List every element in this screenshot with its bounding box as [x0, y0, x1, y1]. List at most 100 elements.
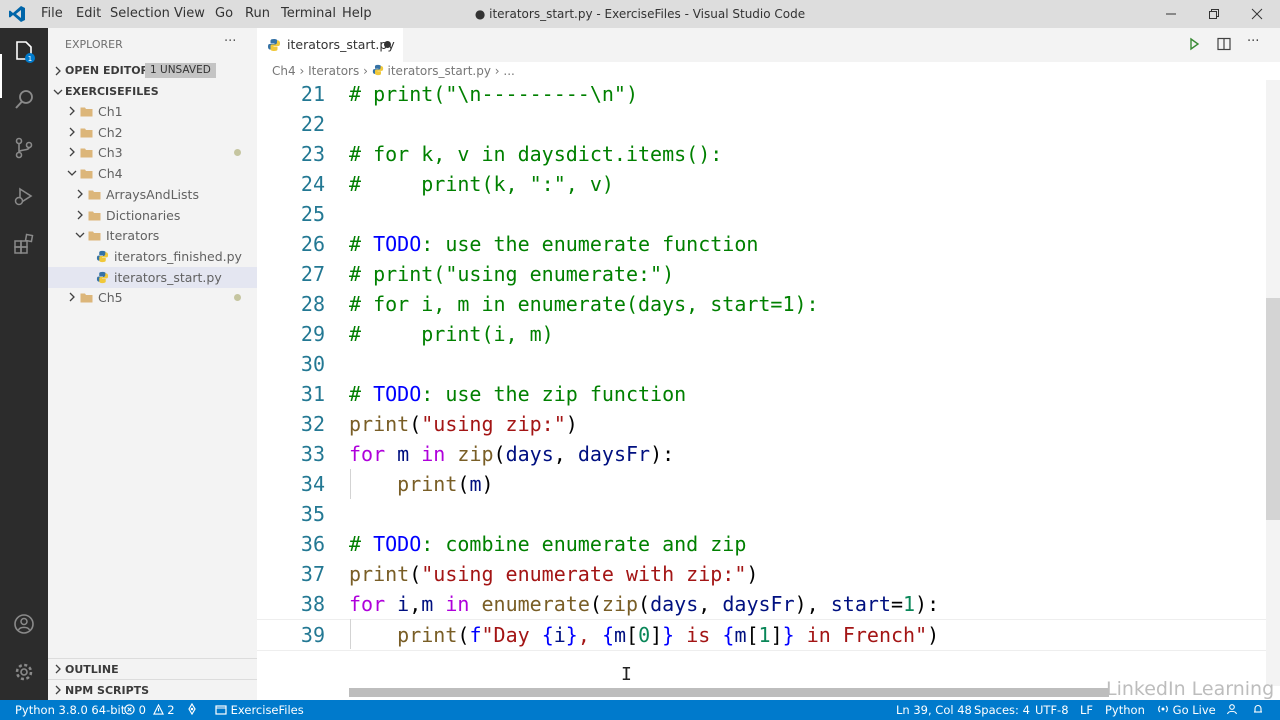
explorer-activity[interactable]: 1 [0, 28, 48, 76]
menu-edit[interactable]: Edit [76, 0, 101, 28]
tree-item-label: Ch4 [98, 166, 123, 182]
linkedin-learning-watermark: LinkedIn Learning [1106, 678, 1275, 700]
chevron-right-icon [77, 210, 83, 219]
breadcrumb-separator: › [299, 64, 309, 78]
open-editors-section[interactable]: OPEN EDITORS 1 UNSAVED [48, 61, 257, 81]
go-live-button[interactable]: Go Live [1157, 700, 1216, 720]
explorer-sidebar: EXPLORER ··· OPEN EDITORS 1 UNSAVED EXER… [48, 28, 257, 700]
code-line[interactable]: 23 # for k, v in daysdict.items(): [257, 139, 1267, 169]
code-line[interactable]: 39 print(f"Day {i}, {m[0]} is {m[1]} in … [257, 619, 1267, 651]
notifications-button[interactable] [1252, 700, 1264, 720]
code-line[interactable]: 35 [257, 499, 1267, 529]
line-source: # for i, m in enumerate(days, start=1): [349, 292, 819, 316]
breadcrumb-iterators[interactable]: Iterators [308, 64, 359, 78]
code-editor[interactable]: 21 # print("\n---------\n") 22 23 # for k, v… [257, 80, 1267, 686]
tree-item[interactable]: Ch5 [48, 287, 257, 308]
menu-help[interactable]: Help [342, 0, 372, 28]
folder-icon [80, 293, 93, 303]
line-source: # TODO: combine enumerate and zip [349, 532, 747, 556]
language-mode[interactable]: Python [1105, 700, 1145, 720]
code-line[interactable]: 26 # TODO: use the enumerate function [257, 229, 1267, 259]
account-icon [14, 614, 34, 634]
chevron-right-icon [69, 147, 75, 157]
line-source: for m in zip(days, daysFr): [349, 442, 675, 466]
tree-item-label: Iterators [106, 228, 160, 244]
source-control-activity[interactable] [0, 124, 48, 172]
run-debug-activity[interactable] [0, 172, 48, 220]
line-source: # TODO: use the zip function [349, 382, 687, 406]
end-of-line[interactable]: LF [1080, 700, 1093, 720]
tree-item[interactable]: Iterators [48, 225, 257, 246]
tree-item[interactable]: iterators_start.py [48, 266, 257, 288]
menu-view[interactable]: View [174, 0, 205, 28]
workspace-root-section[interactable]: EXERCISEFILES [48, 82, 257, 102]
python-interpreter[interactable]: Python 3.8.0 64-bit [15, 700, 125, 720]
code-line[interactable]: 33 for m in zip(days, daysFr): [257, 439, 1267, 469]
breadcrumb-symbols[interactable]: ... [503, 64, 514, 78]
code-line[interactable]: 31 # TODO: use the zip function [257, 379, 1267, 409]
menu-go[interactable]: Go [215, 0, 233, 28]
code-line[interactable]: 24 # print(k, ":", v) [257, 169, 1267, 199]
live-share-button[interactable] [186, 700, 198, 720]
code-line[interactable]: 22 [257, 109, 1267, 139]
folder-open-icon [88, 231, 101, 241]
minimize-button[interactable] [1148, 0, 1194, 28]
chevron-down-icon [67, 170, 77, 177]
line-number: 25 [300, 202, 325, 226]
line-source: # for k, v in daysdict.items(): [349, 142, 723, 166]
breadcrumb-ch4[interactable]: Ch4 [272, 64, 296, 78]
breadcrumb-file[interactable]: iterators_start.py [388, 64, 491, 78]
tree-item[interactable]: Ch1 [48, 101, 257, 122]
problems-indicator[interactable]: 0 2 [124, 700, 175, 720]
editor-more-actions-button[interactable]: ··· [1247, 34, 1259, 49]
code-line[interactable]: 37 print("using enumerate with zip:") [257, 559, 1267, 589]
accounts-activity[interactable] [0, 600, 48, 648]
code-line[interactable]: 36 # TODO: combine enumerate and zip [257, 529, 1267, 559]
tree-item[interactable]: Ch3 [48, 142, 257, 163]
code-line[interactable]: 27 # print("using enumerate:") [257, 259, 1267, 289]
indentation[interactable]: Spaces: 4 [974, 700, 1030, 720]
manage-activity[interactable] [0, 648, 48, 696]
npm-scripts-section[interactable]: NPM SCRIPTS [48, 679, 257, 700]
run-file-button[interactable] [1186, 36, 1202, 52]
menu-terminal[interactable]: Terminal [281, 0, 336, 28]
encoding[interactable]: UTF-8 [1035, 700, 1069, 720]
menu-run[interactable]: Run [245, 0, 270, 28]
file-tree: Ch1 Ch2 Ch3 Ch4 ArraysAndLists Dictionaries It… [48, 101, 257, 321]
tree-item[interactable]: Ch2 [48, 122, 257, 143]
workspace-folder[interactable]: ExerciseFiles [215, 700, 304, 720]
chevron-down-icon [53, 89, 63, 95]
tree-item[interactable]: Ch4 [48, 163, 257, 184]
tree-item[interactable]: Dictionaries [48, 205, 257, 226]
cursor-position[interactable]: Ln 39, Col 48 [896, 700, 972, 720]
line-source: print("using enumerate with zip:") [349, 562, 759, 586]
accounts-status[interactable] [1226, 700, 1238, 720]
search-activity[interactable] [0, 76, 48, 124]
outline-section[interactable]: OUTLINE [48, 658, 257, 679]
code-line[interactable]: 28 # for i, m in enumerate(days, start=1)… [257, 289, 1267, 319]
horizontal-scrollbar[interactable] [349, 688, 1109, 697]
unsaved-dot-icon[interactable] [384, 41, 391, 48]
close-window-button[interactable] [1234, 0, 1280, 28]
line-source: print(f"Day {i}, {m[0]} is {m[1]} in Fre… [397, 623, 940, 647]
code-line[interactable]: 32 print("using zip:") [257, 409, 1267, 439]
tab-iterators-start[interactable]: iterators_start.py [257, 28, 403, 62]
line-number: 28 [300, 292, 325, 316]
code-line[interactable]: 38 for i,m in enumerate(zip(days, daysFr)… [257, 589, 1267, 619]
code-line[interactable]: 34 print(m) [257, 469, 1267, 499]
code-line[interactable]: 21 # print("\n---------\n") [257, 80, 1267, 109]
vertical-scrollbar[interactable] [1266, 298, 1280, 520]
restore-button[interactable] [1191, 0, 1237, 28]
python-file-icon [268, 39, 280, 51]
extensions-activity[interactable] [0, 220, 48, 268]
menu-selection[interactable]: Selection [110, 0, 170, 28]
tree-item[interactable]: iterators_finished.py [48, 246, 257, 267]
code-line[interactable]: 29 # print(i, m) [257, 319, 1267, 349]
tree-item[interactable]: ArraysAndLists [48, 184, 257, 205]
code-line[interactable]: 25 [257, 199, 1267, 229]
split-editor-button[interactable] [1216, 36, 1232, 52]
code-line[interactable]: 30 [257, 349, 1267, 379]
menu-file[interactable]: File [41, 0, 63, 28]
explorer-more-button[interactable]: ··· [224, 34, 236, 49]
chevron-right-icon [69, 292, 75, 302]
